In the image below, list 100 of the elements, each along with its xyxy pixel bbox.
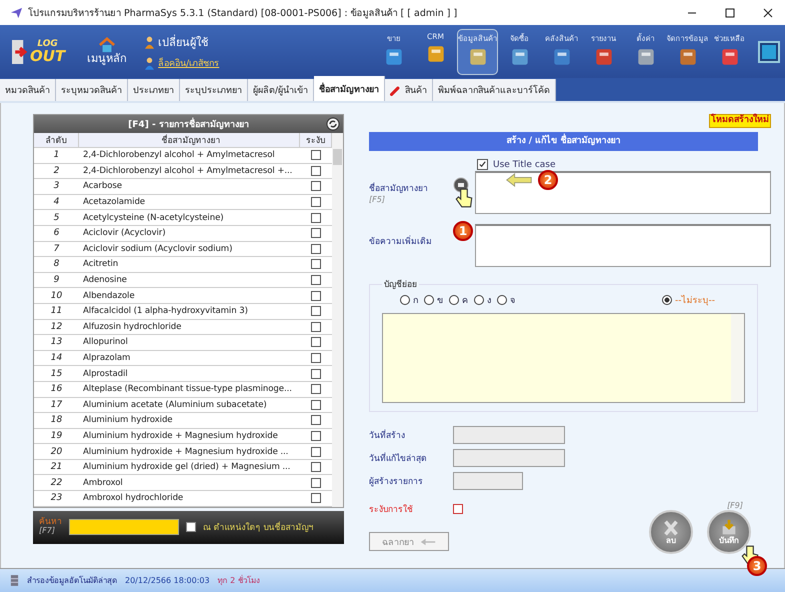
tab[interactable]: ระบุหมวดสินค้า <box>56 79 128 101</box>
drug-name[interactable]: Aluminium hydroxide <box>79 415 300 426</box>
suspend-checkbox[interactable] <box>311 462 321 472</box>
drug-name[interactable]: Ambroxol hydrochloride <box>79 493 300 504</box>
drug-name[interactable]: Alfuzosin hydrochloride <box>79 322 300 332</box>
capsule-icon <box>390 84 402 96</box>
drug-name[interactable]: Acetazolamide <box>79 197 300 208</box>
drug-name[interactable]: 2,4-Dichlorobenzyl alcohol + Amylmetacresol <box>79 150 300 160</box>
drug-name[interactable]: Adenosine <box>79 275 300 286</box>
radio-button[interactable] <box>400 295 410 305</box>
tab[interactable]: ผู้ผลิต/ผู้นำเข้า <box>248 79 314 101</box>
suspend-checkbox[interactable] <box>311 493 321 504</box>
radio-button[interactable] <box>662 295 672 305</box>
row-number: 2 <box>52 166 60 176</box>
radio-button[interactable] <box>449 295 459 305</box>
drug-name[interactable]: Alteplase (Recombinant tissue-type plasminoge... <box>79 384 300 394</box>
radio-button[interactable] <box>497 295 507 305</box>
suspend-checkbox[interactable] <box>311 430 321 441</box>
suspend-checkbox[interactable] <box>311 212 321 223</box>
tab[interactable]: สินค้า <box>385 79 434 101</box>
suspend-checkbox[interactable] <box>311 446 321 457</box>
row-number: 4 <box>52 197 60 208</box>
drug-name[interactable]: Albendazole <box>79 290 300 301</box>
drug-name[interactable]: Aciclovir (Acyclovir) <box>79 228 300 238</box>
suspend-checkbox[interactable] <box>311 384 321 394</box>
row-number: 16 <box>50 384 64 394</box>
close-icon[interactable] <box>763 8 773 18</box>
drug-name[interactable]: Acetylcysteine (N-acetylcysteine) <box>79 212 300 223</box>
drug-name[interactable]: Aciclovir sodium (Acyclovir sodium) <box>79 244 300 254</box>
suspend-checkbox[interactable] <box>311 275 321 286</box>
status-label: สำรองข้อมูลอัตโนมัติล่าสุด <box>27 574 117 587</box>
suspend-checkbox[interactable] <box>311 150 321 160</box>
suspend-checkbox[interactable] <box>311 400 321 410</box>
database-icon <box>10 574 19 587</box>
radio-button[interactable] <box>474 295 484 305</box>
shortcut-label: [F7] <box>39 527 56 536</box>
refresh-icon[interactable] <box>326 117 340 131</box>
suspend-checkbox[interactable] <box>311 228 321 238</box>
suspend-checkbox[interactable] <box>311 368 321 379</box>
user-icon <box>145 36 154 48</box>
logout-button[interactable]: LOG OUT <box>12 38 66 64</box>
suspend-checkbox[interactable] <box>311 353 321 364</box>
drug-name[interactable]: Aluminium hydroxide gel (dried) + Magnesium ... <box>79 462 300 472</box>
download-icon <box>720 519 738 537</box>
drug-name[interactable]: Alfacalcidol (1 alpha-hydroxyvitamin 3) <box>79 306 300 316</box>
field-label: ชื่อสามัญทางยา <box>369 181 429 195</box>
row-number: 13 <box>50 337 64 348</box>
radio-label: จ <box>510 295 515 307</box>
drug-name[interactable]: Acarbose <box>79 181 300 192</box>
note-field[interactable] <box>475 224 771 267</box>
suspend-checkbox[interactable] <box>311 306 321 316</box>
drug-name[interactable]: Alprazolam <box>79 353 300 364</box>
row-number: 12 <box>50 322 64 332</box>
subaccount-text-area[interactable] <box>382 313 745 403</box>
search-field[interactable] <box>69 519 179 536</box>
suspend-checkbox[interactable] <box>311 415 321 426</box>
scrollbar[interactable] <box>332 133 343 507</box>
drug-name[interactable]: Ambroxol <box>79 478 300 488</box>
suspend-checkbox[interactable] <box>311 244 321 254</box>
login-link[interactable]: ล็อคอิน/เภสัชกร <box>145 56 220 70</box>
row-number: 17 <box>50 400 64 410</box>
suspend-checkbox[interactable] <box>311 181 321 192</box>
row-number: 23 <box>50 493 64 504</box>
suspend-checkbox[interactable] <box>311 478 321 488</box>
suspend-checkbox[interactable] <box>311 290 321 301</box>
tab[interactable]: ชื่อสามัญทางยา <box>314 76 386 101</box>
drug-name[interactable]: Acitretin <box>79 259 300 270</box>
generic-name-field[interactable] <box>475 171 771 214</box>
status-time: 20/12/2566 18:00:03 <box>125 576 210 585</box>
tab[interactable]: พิมพ์ฉลากสินค้าและบาร์โค้ด <box>433 79 556 101</box>
tab[interactable]: หมวดสินค้า <box>0 79 56 101</box>
title-case-checkbox[interactable] <box>477 159 488 170</box>
close-icon <box>662 519 680 537</box>
suspend-checkbox[interactable] <box>311 337 321 348</box>
drug-name[interactable]: Allopurinol <box>79 337 300 348</box>
anywhere-checkbox[interactable] <box>186 522 196 532</box>
home-icon <box>98 37 116 54</box>
drug-name[interactable]: 2,4-Dichlorobenzyl alcohol + Amylmetacresol +... <box>79 166 300 176</box>
maximize-icon[interactable] <box>725 8 735 18</box>
window-icon[interactable] <box>757 40 781 64</box>
suspend-checkbox[interactable] <box>311 259 321 270</box>
drug-name[interactable]: Aluminium hydroxide + Magnesium hydroxide <box>79 430 300 441</box>
drug-name[interactable]: Aluminium hydroxide + Magnesium hydroxide ... <box>79 446 300 457</box>
row-number: 15 <box>50 368 64 379</box>
drug-name[interactable]: Aluminium acetate (Aluminium subacetate) <box>79 400 300 410</box>
switch-user-button[interactable]: เปลี่ยนผู้ใช้ <box>145 33 220 51</box>
column-header: ชื่อสามัญทางยา <box>79 133 300 147</box>
suspend-checkbox[interactable] <box>453 504 463 514</box>
tab[interactable]: ประเภทยา <box>128 79 180 101</box>
radio-button[interactable] <box>424 295 434 305</box>
tab[interactable]: ระบุประเภทยา <box>180 79 248 101</box>
main-menu-button[interactable]: เมนูหลัก <box>81 36 134 67</box>
suspend-checkbox[interactable] <box>311 197 321 208</box>
field-label: วันที่สร้าง <box>369 428 406 442</box>
arrow-icon <box>420 538 436 546</box>
mode-badge: โหมดสร้างใหม่ <box>709 114 771 128</box>
anywhere-label: ณ ตำแหน่งใดๆ บนชื่อสามัญฯ <box>203 520 314 534</box>
suspend-checkbox[interactable] <box>311 166 321 176</box>
suspend-checkbox[interactable] <box>311 322 321 332</box>
drug-name[interactable]: Alprostadil <box>79 368 300 379</box>
